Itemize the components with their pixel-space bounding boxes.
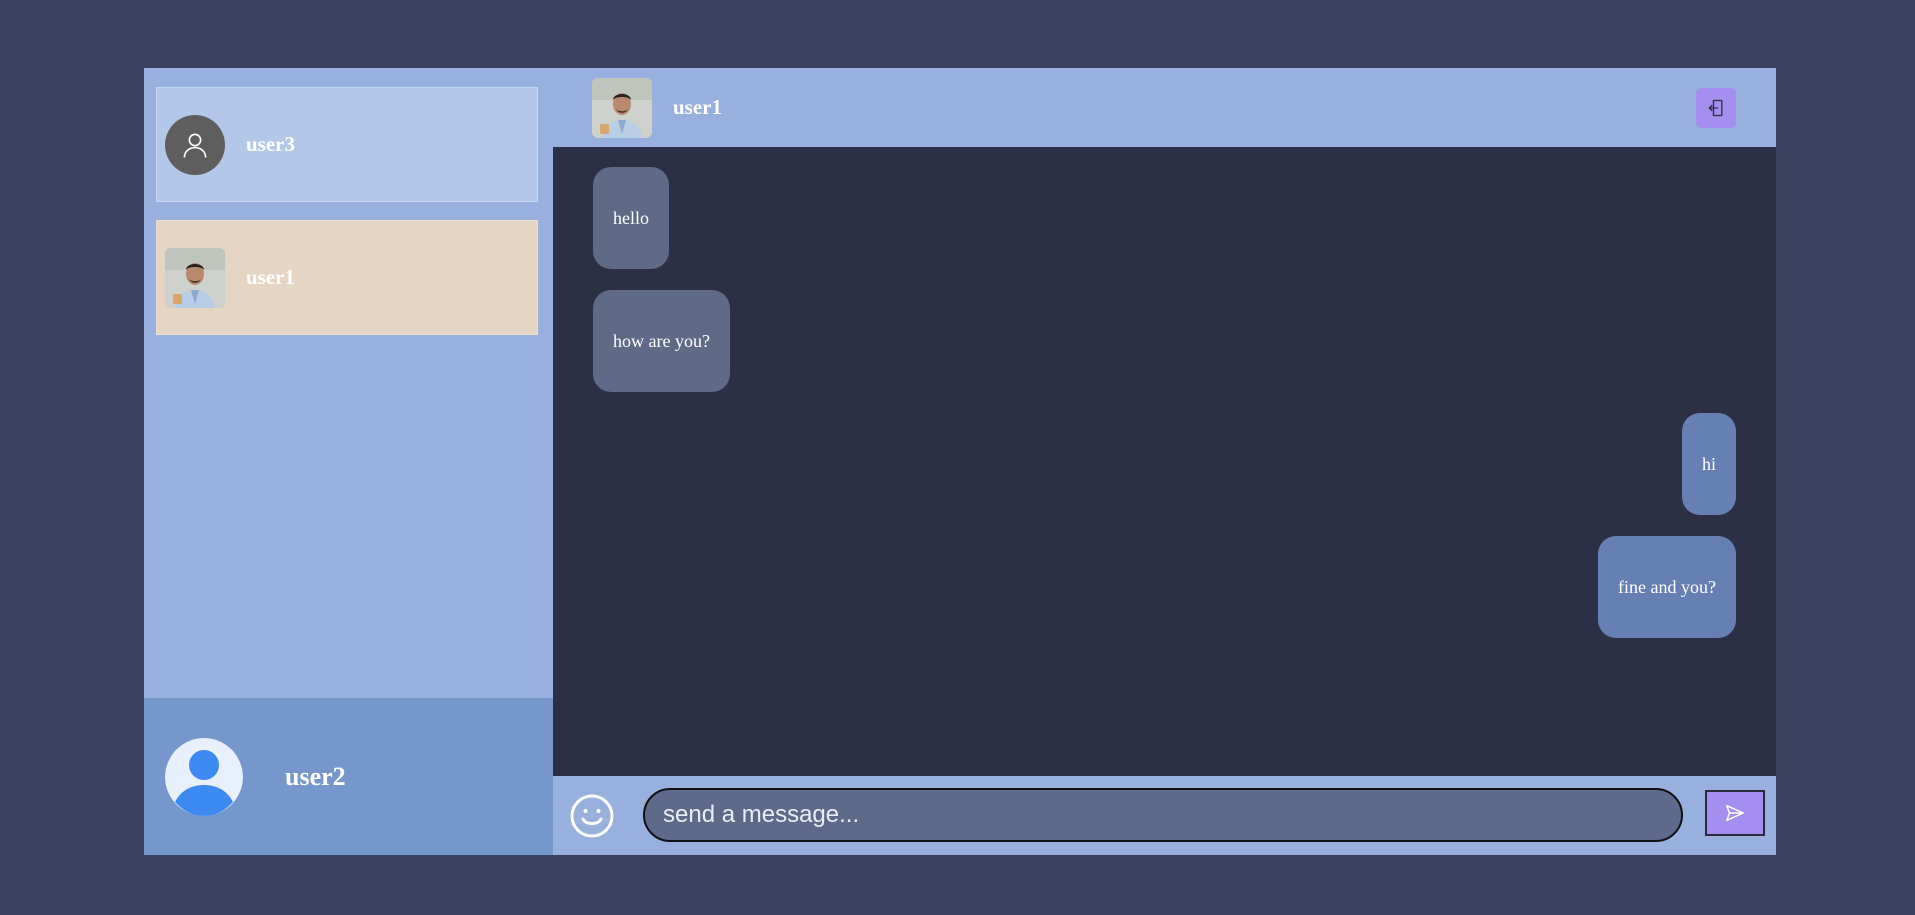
message-bubble-outgoing: hi xyxy=(1681,413,1736,515)
default-user-icon xyxy=(165,114,225,175)
chat-header: user1 xyxy=(553,68,1776,147)
message-bubble-incoming: how are you? xyxy=(593,290,730,392)
message-input[interactable] xyxy=(643,788,1683,842)
message-bubble-outgoing: fine and you? xyxy=(1598,536,1736,638)
user-photo-avatar xyxy=(592,77,652,138)
send-icon xyxy=(1726,804,1744,822)
chat-pane: user1 hello how are you? hi fine and you… xyxy=(553,68,1776,855)
send-button[interactable] xyxy=(1705,790,1765,836)
message-composer xyxy=(553,776,1776,855)
default-user-icon[interactable] xyxy=(165,737,243,816)
contact-item-user3[interactable]: user3 xyxy=(156,87,538,202)
contact-name: user1 xyxy=(246,265,295,289)
logout-button[interactable] xyxy=(1696,88,1736,128)
current-user-panel: user2 xyxy=(144,698,553,855)
contact-name: user3 xyxy=(246,132,295,156)
contact-item-user1[interactable]: user1 xyxy=(156,220,538,335)
logout-icon xyxy=(1708,99,1723,117)
emoji-button[interactable] xyxy=(569,793,615,839)
message-bubble-incoming: hello xyxy=(593,167,669,269)
current-user-name: user2 xyxy=(285,761,346,791)
message-list: hello how are you? hi fine and you? xyxy=(553,147,1776,776)
chat-app: user3 user1 user2 user1 hello how are yo… xyxy=(144,68,1776,855)
sidebar: user3 user1 user2 xyxy=(144,68,553,855)
chat-partner-name: user1 xyxy=(673,95,722,119)
user-photo-avatar xyxy=(165,247,225,308)
smiley-icon xyxy=(570,794,614,838)
